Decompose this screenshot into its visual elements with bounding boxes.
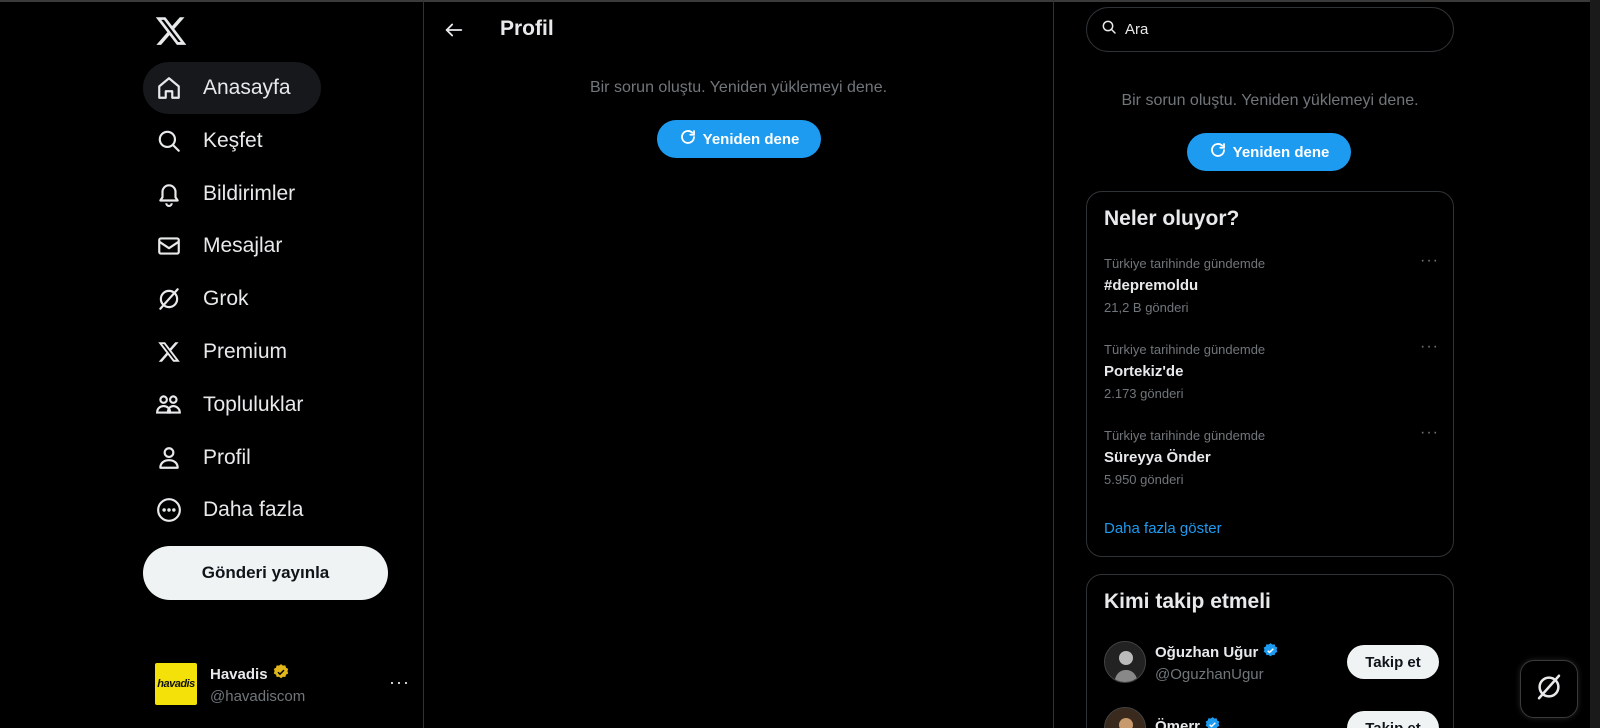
nav-item-messages[interactable]: Mesajlar	[143, 220, 312, 272]
trend-count: 2.173 gönderi	[1104, 386, 1184, 401]
trend-name: Portekiz'de	[1104, 363, 1184, 380]
trend-item[interactable]: Türkiye tarihinde gündemde Süreyya Önder…	[1104, 424, 1439, 487]
retry-button[interactable]: Yeniden dene	[657, 120, 821, 158]
page-title: Profil	[500, 17, 554, 40]
follow-button[interactable]: Takip et	[1347, 711, 1439, 728]
trend-count: 21,2 B gönderi	[1104, 300, 1189, 315]
nav-item-premium[interactable]: Premium	[143, 326, 317, 378]
nav-label: Daha fazla	[203, 498, 304, 522]
show-more-link[interactable]: Daha fazla göster	[1104, 520, 1222, 537]
account-name: Havadis	[210, 665, 268, 683]
follow-name: Oğuzhan Uğur	[1155, 643, 1259, 661]
post-button[interactable]: Gönderi yayınla	[143, 546, 388, 600]
verified-blue-icon	[1204, 716, 1221, 728]
grok-floating-button[interactable]	[1520, 660, 1578, 718]
refresh-icon	[1209, 141, 1227, 163]
x-logo-icon[interactable]	[154, 14, 188, 48]
nav-label: Profil	[203, 445, 251, 469]
verified-gold-icon	[272, 663, 290, 685]
trend-item[interactable]: Türkiye tarihinde gündemde #depremoldu 2…	[1104, 252, 1439, 315]
nav-item-communities[interactable]: Topluluklar	[143, 379, 333, 431]
retry-label: Yeniden dene	[1232, 143, 1330, 161]
trend-context: Türkiye tarihinde gündemde	[1104, 342, 1266, 357]
x-logo-icon	[155, 338, 183, 366]
trend-name: Süreyya Önder	[1104, 449, 1211, 466]
right-sidebar: Ara Bir sorun oluştu. Yeniden yüklemeyi …	[1054, 0, 1600, 728]
search-icon	[1101, 19, 1117, 40]
avatar: havadis	[155, 663, 197, 705]
account-handle: @havadiscom	[210, 688, 306, 705]
page-scrollbar[interactable]	[1590, 0, 1600, 728]
communities-icon	[155, 391, 183, 419]
account-info: Havadis @havadiscom	[210, 663, 305, 705]
grok-icon	[1534, 672, 1564, 707]
follow-suggestion[interactable]: Oğuzhan Uğur @OguzhanUgur Takip et	[1104, 637, 1439, 687]
back-arrow-icon[interactable]	[440, 16, 468, 44]
person-icon	[155, 444, 183, 472]
more-circle-icon	[155, 496, 183, 524]
retry-button[interactable]: Yeniden dene	[1187, 133, 1351, 171]
nav-label: Grok	[203, 287, 249, 311]
grok-icon	[155, 285, 183, 313]
trends-panel: Neler oluyor? Türkiye tarihinde gündemde…	[1086, 191, 1454, 557]
trend-item[interactable]: Türkiye tarihinde gündemde Portekiz'de 2…	[1104, 338, 1439, 401]
nav-label: Premium	[203, 339, 288, 363]
follow-handle: @OguzhanUgur	[1155, 665, 1264, 683]
trend-name: #depremoldu	[1104, 277, 1199, 294]
nav-label: Mesajlar	[203, 234, 283, 258]
nav-label: Bildirimler	[203, 181, 296, 205]
search-input[interactable]: Ara	[1086, 7, 1454, 52]
trend-context: Türkiye tarihinde gündemde	[1104, 256, 1266, 271]
verified-blue-icon	[1262, 642, 1279, 663]
follow-name: Ömerr	[1155, 718, 1201, 728]
main-column: Profil Bir sorun oluştu. Yeniden yükleme…	[424, 0, 1054, 728]
who-to-follow-title: Kimi takip etmeli	[1104, 590, 1271, 613]
nav-item-more[interactable]: Daha fazla	[143, 484, 333, 536]
nav-item-profile[interactable]: Profil	[143, 432, 281, 484]
avatar	[1104, 641, 1146, 683]
nav-item-grok[interactable]: Grok	[143, 273, 279, 325]
trend-more-icon[interactable]: ···	[1420, 338, 1439, 356]
follow-info: Oğuzhan Uğur @OguzhanUgur	[1155, 642, 1279, 683]
error-message: Bir sorun oluştu. Yeniden yüklemeyi dene…	[589, 79, 888, 96]
follow-info: Ömerr	[1155, 716, 1221, 728]
main-navigation: Anasayfa Keşfet Bildirimler Mesajlar Gro…	[143, 62, 333, 537]
nav-item-home[interactable]: Anasayfa	[143, 62, 321, 114]
nav-item-notifications[interactable]: Bildirimler	[143, 168, 325, 220]
account-switcher[interactable]: havadis Havadis @havadiscom ···	[155, 662, 410, 706]
trends-title: Neler oluyor?	[1104, 207, 1240, 230]
follow-name-row: Oğuzhan Uğur	[1155, 642, 1279, 663]
avatar-text: havadis	[157, 678, 195, 690]
trend-context: Türkiye tarihinde gündemde	[1104, 428, 1266, 443]
follow-button[interactable]: Takip et	[1347, 645, 1439, 679]
nav-item-explore[interactable]: Keşfet	[143, 115, 293, 167]
trend-more-icon[interactable]: ···	[1420, 252, 1439, 270]
account-name-row: Havadis	[210, 663, 305, 685]
retry-label: Yeniden dene	[702, 130, 800, 148]
nav-label: Topluluklar	[203, 392, 304, 416]
who-to-follow-panel: Kimi takip etmeli Oğuzhan Uğur @OguzhanU…	[1086, 574, 1454, 728]
bell-icon	[155, 180, 183, 208]
error-message: Bir sorun oluştu. Yeniden yüklemeyi dene…	[1121, 92, 1419, 109]
search-text: Ara	[1125, 21, 1149, 38]
home-icon	[155, 74, 183, 102]
nav-label: Anasayfa	[203, 76, 291, 99]
follow-name-row: Ömerr	[1155, 716, 1221, 728]
mail-icon	[155, 232, 183, 260]
trend-count: 5.950 gönderi	[1104, 472, 1184, 487]
left-sidebar: Anasayfa Keşfet Bildirimler Mesajlar Gro…	[0, 0, 424, 728]
trend-more-icon[interactable]: ···	[1420, 424, 1439, 442]
nav-label: Keşfet	[203, 128, 263, 152]
account-more-icon[interactable]: ···	[389, 672, 410, 693]
search-icon	[155, 127, 183, 155]
follow-suggestion[interactable]: Ömerr Takip et	[1104, 703, 1439, 728]
refresh-icon	[679, 128, 697, 150]
avatar	[1104, 707, 1146, 728]
